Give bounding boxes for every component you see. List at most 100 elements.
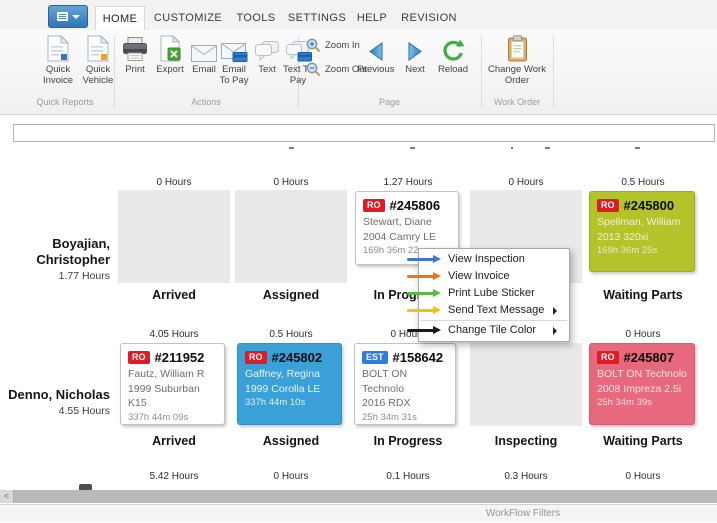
menu-item-label: View Inspection xyxy=(448,253,525,265)
button-label: Export xyxy=(152,64,188,75)
board-cell-inspecting[interactable] xyxy=(470,343,582,426)
ro-badge: RO xyxy=(363,199,385,212)
tile-vehicle: 2004 Camry LE xyxy=(363,230,451,245)
cell-hours: 0 Hours xyxy=(587,471,699,482)
work-order-tile[interactable]: EST#158642 BOLT ON Technolo 2016 RDX 25h… xyxy=(354,343,456,425)
previous-button[interactable]: Previous xyxy=(356,34,396,75)
group-label-quick-reports: Quick Reports xyxy=(20,97,110,111)
change-work-order-button[interactable]: Change Work Order xyxy=(487,34,547,86)
tile-timer: 337h 44m 10s xyxy=(245,396,334,410)
cell-hours: 4.05 Hours xyxy=(118,329,230,340)
column-label-inspecting: Inspecting xyxy=(470,434,582,448)
quick-vehicle-button[interactable]: Quick Vehicle xyxy=(78,34,118,86)
button-label: Previous xyxy=(356,64,396,75)
column-label-assigned: Assigned xyxy=(235,434,347,448)
filter-bar[interactable] xyxy=(13,124,715,142)
scroll-left-icon[interactable]: < xyxy=(0,490,13,503)
horizontal-scrollbar[interactable]: < xyxy=(0,490,717,503)
email-to-pay-button[interactable]: Email To Pay xyxy=(216,34,252,86)
document-orange-icon xyxy=(78,34,118,62)
tile-customer: BOLT ON Technolo xyxy=(597,367,687,382)
cell-hours: 0 Hours xyxy=(235,471,347,482)
next-button[interactable]: Next xyxy=(400,34,430,75)
app-window: HOME CUSTOMIZE TOOLS SETTINGS HELP REVIS… xyxy=(0,0,717,523)
tab-settings[interactable]: SETTINGS xyxy=(285,6,349,30)
tile-number: #245802 xyxy=(272,350,323,365)
technician-block: Denno, Nicholas 4.55 Hours xyxy=(0,387,110,417)
work-order-tile[interactable]: RO#245807 BOLT ON Technolo 2008 Impreza … xyxy=(589,343,695,425)
tile-customer: Gaffney, Regina xyxy=(245,367,334,382)
button-label: Print xyxy=(119,64,151,75)
tab-home[interactable]: HOME xyxy=(95,6,145,31)
cell-hours: 0.3 Hours xyxy=(470,471,582,482)
tab-help[interactable]: HELP xyxy=(352,6,392,30)
tile-vehicle: 1999 Corolla LE xyxy=(245,382,334,397)
refresh-icon xyxy=(434,34,472,62)
quick-invoice-button[interactable]: Quick Invoice xyxy=(38,34,78,86)
work-order-tile[interactable]: RO#245800 Spellman, William 2013 320xi 1… xyxy=(589,191,695,272)
board-cell-assigned[interactable] xyxy=(235,190,347,283)
column-label-waiting-parts: Waiting Parts xyxy=(587,434,699,448)
text-button[interactable]: Text xyxy=(254,34,280,75)
work-order-tile[interactable]: RO #211952 Fautz, William R 1999 Suburban… xyxy=(120,343,225,425)
tile-vehicle: 1999 Suburban K15 xyxy=(128,382,217,411)
menu-item-print-lube-sticker[interactable]: Print Lube Sticker xyxy=(419,285,569,302)
tile-vehicle: 2013 320xi xyxy=(597,230,687,245)
tile-number: #158642 xyxy=(393,350,444,365)
arrow-right-icon xyxy=(400,34,430,62)
work-order-tile[interactable]: RO #245802 Gaffney, Regina 1999 Corolla L… xyxy=(237,343,342,425)
app-menu-icon xyxy=(57,12,68,21)
print-button[interactable]: Print xyxy=(119,34,151,75)
tab-customize[interactable]: CUSTOMIZE xyxy=(148,6,228,30)
chevron-down-icon xyxy=(72,15,80,19)
tile-customer: Fautz, William R xyxy=(128,367,217,382)
board-cell-arrived[interactable] xyxy=(118,190,230,283)
reload-button[interactable]: Reload xyxy=(434,34,472,75)
ro-badge: RO xyxy=(128,351,150,364)
workflow-filters-bar[interactable]: WorkFlow Filters xyxy=(0,504,717,522)
menu-item-change-tile-color[interactable]: Change Tile Color xyxy=(419,322,569,339)
column-label-waiting-parts: Waiting Parts xyxy=(587,288,699,302)
tile-customer: Stewart, Diane xyxy=(363,215,451,230)
button-label: Quick Invoice xyxy=(38,64,78,86)
magnifier-plus-icon xyxy=(306,38,321,53)
tab-revision[interactable]: REVISION xyxy=(396,6,462,30)
menu-item-label: View Invoice xyxy=(448,270,510,282)
cell-hours: 0 Hours xyxy=(470,177,582,188)
tile-timer: 169h 36m 25s xyxy=(597,244,687,258)
ribbon-tab-bar: HOME CUSTOMIZE TOOLS SETTINGS HELP REVIS… xyxy=(0,0,717,30)
arrow-right-icon xyxy=(407,326,443,335)
chat-bubbles-icon xyxy=(254,34,280,62)
menu-item-view-invoice[interactable]: View Invoice xyxy=(419,268,569,285)
arrow-right-icon xyxy=(407,255,443,264)
technician-name: Boyajian, xyxy=(0,236,110,252)
clipboard-icon xyxy=(487,34,547,62)
tile-timer: 337h 44m 09s xyxy=(128,411,217,425)
group-label-page: Page xyxy=(298,97,481,111)
tile-number: #211952 xyxy=(155,350,205,365)
tile-number: #245806 xyxy=(390,198,441,213)
ribbon: Quick Invoice Quick Vehicle Print Export xyxy=(0,30,717,115)
cell-hours: 0 Hours xyxy=(587,329,699,340)
envelope-card-icon xyxy=(216,34,252,62)
app-menu-button[interactable] xyxy=(48,5,88,28)
zoom-in-button[interactable]: Zoom In xyxy=(306,38,360,53)
export-button[interactable]: Export xyxy=(152,34,188,75)
menu-item-label: Change Tile Color xyxy=(448,324,536,336)
menu-item-send-text-message[interactable]: Send Text Message xyxy=(419,302,569,319)
menu-separator xyxy=(421,320,567,321)
group-separator xyxy=(553,36,554,108)
submenu-caret-icon xyxy=(553,307,557,315)
ro-badge: RO xyxy=(245,351,267,364)
tile-customer: BOLT ON Technolo xyxy=(362,367,448,396)
column-dash xyxy=(511,147,513,149)
tile-timer: 25h 34m 39s xyxy=(597,396,687,410)
cell-hours: 0.5 Hours xyxy=(587,177,699,188)
tile-context-menu: View Inspection View Invoice Print Lube … xyxy=(418,248,570,342)
est-badge: EST xyxy=(362,351,388,364)
scrollbar-thumb[interactable] xyxy=(13,490,717,503)
document-export-icon xyxy=(152,34,188,62)
tab-tools[interactable]: TOOLS xyxy=(231,6,281,30)
technician-hours: 1.77 Hours xyxy=(0,270,110,282)
menu-item-view-inspection[interactable]: View Inspection xyxy=(419,251,569,268)
